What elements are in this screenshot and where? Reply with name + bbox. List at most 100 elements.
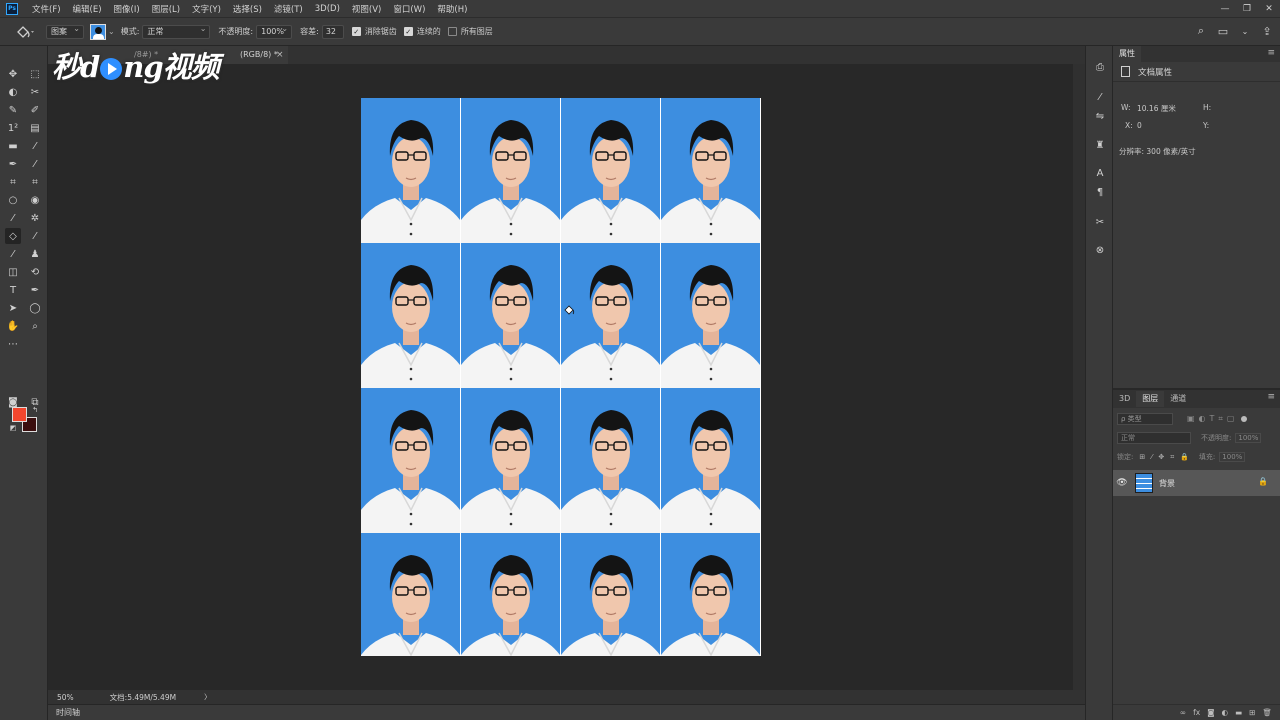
layer-filter-icons[interactable]: ▣◐T⌗▢ [1187, 414, 1239, 424]
tab-3d[interactable]: 3D [1113, 391, 1136, 407]
search-icon[interactable]: ⌕ [1194, 24, 1208, 38]
zoom-tool-icon[interactable]: ⌕ [27, 318, 43, 334]
contiguous-checkbox[interactable]: ✓ [403, 27, 413, 36]
character-panel-icon[interactable]: A [1093, 166, 1107, 180]
layer-row-background[interactable]: 👁 背景 🔒 [1113, 470, 1280, 496]
brush-panel-icon[interactable]: ⁄ [1093, 90, 1107, 104]
visibility-eye-icon[interactable]: 👁 [1113, 478, 1131, 488]
more-tools-icon[interactable]: ⋯ [5, 336, 21, 352]
brush-icon[interactable]: ⁄ [5, 246, 21, 262]
lock-icons[interactable]: ⊞⁄✥⌗🔒 [1139, 453, 1195, 462]
x-value[interactable]: 0 [1137, 121, 1142, 130]
fill-source-select[interactable]: 图案 [46, 24, 84, 39]
blend-mode-select[interactable]: 正常 [1117, 432, 1191, 444]
menu-layer[interactable]: 图层(L) [146, 3, 186, 15]
history-brush-icon[interactable]: ⟲ [27, 264, 43, 280]
ruler-tool-icon[interactable]: ✐ [27, 102, 43, 118]
close-tab-icon[interactable]: × [276, 46, 284, 64]
menu-help[interactable]: 帮助(H) [431, 3, 473, 15]
layer-style-icon[interactable]: fx [1193, 708, 1200, 717]
paragraph-panel-icon[interactable]: ¶ [1093, 185, 1107, 199]
width-value[interactable]: 10.16 厘米 [1137, 103, 1176, 114]
sphere-tool-icon[interactable]: ◉ [27, 192, 43, 208]
tolerance-input[interactable]: 32 [321, 24, 344, 39]
paint-bucket-tool-icon[interactable]: ◇ [5, 228, 21, 244]
brush-tool-icon[interactable]: ⁄ [27, 156, 43, 172]
restore-button[interactable]: ❐ [1236, 0, 1258, 17]
lasso-tool-icon[interactable]: ◐ [5, 84, 21, 100]
crop-tool-icon[interactable]: ⌗ [5, 174, 21, 190]
add-mask-icon[interactable]: ◙ [1207, 708, 1214, 717]
menu-select[interactable]: 选择(S) [227, 3, 268, 15]
count-tool-icon[interactable]: 1² [5, 120, 21, 136]
minimize-button[interactable]: — [1214, 0, 1236, 17]
zoom-level[interactable]: 50% [57, 693, 74, 702]
layer-kind-select[interactable]: ρ 类型 [1117, 413, 1173, 425]
magic-wand-tool-icon[interactable]: ✂ [27, 84, 43, 100]
properties-tab[interactable]: 属性 [1113, 46, 1141, 62]
menu-window[interactable]: 窗口(W) [387, 3, 431, 15]
mode-select[interactable]: 正常 [142, 24, 211, 39]
foreground-color-swatch[interactable] [12, 407, 27, 422]
filter-toggle-icon[interactable] [1240, 416, 1247, 422]
pen-tool-icon[interactable]: ✒ [5, 156, 21, 172]
quick-selection-icon[interactable]: ⁄ [5, 210, 21, 226]
stamp-tool-icon[interactable]: ♟ [27, 246, 43, 262]
share-icon[interactable]: ⇪ [1260, 24, 1274, 38]
new-layer-icon[interactable]: ⊞ [1249, 708, 1255, 717]
adjustments-panel-icon[interactable]: ⇋ [1093, 109, 1107, 123]
menu-type[interactable]: 文字(Y) [186, 3, 227, 15]
eraser-tool-icon[interactable]: ◫ [5, 264, 21, 280]
magic-wand-icon[interactable]: ✲ [27, 210, 43, 226]
panel-menu-icon[interactable]: ≡ [1267, 48, 1275, 58]
pattern-picker[interactable] [90, 23, 106, 40]
history-panel-icon[interactable]: ⎙ [1093, 60, 1107, 74]
document-canvas[interactable] [361, 98, 761, 656]
timeline-panel-tab[interactable]: 时间轴 [48, 704, 1085, 720]
pattern-dropdown-icon[interactable]: ⌄ [108, 27, 115, 36]
tab-layers[interactable]: 图层 [1136, 391, 1165, 407]
opacity-input[interactable]: 100% [256, 24, 293, 39]
menu-view[interactable]: 视图(V) [346, 3, 387, 15]
default-colors-icon[interactable]: ◩ [8, 423, 18, 433]
layer-lock-icon[interactable]: 🔒 [1258, 477, 1268, 486]
path-selection-icon[interactable]: ➤ [5, 300, 21, 316]
layer-opacity-value[interactable]: 100% [1235, 433, 1262, 443]
layer-name[interactable]: 背景 [1159, 478, 1175, 489]
hand-tool-icon[interactable]: ✋ [5, 318, 21, 334]
paint-bucket-tool-preset-icon[interactable] [10, 21, 40, 43]
pen-icon[interactable]: ✒ [27, 282, 43, 298]
eyedropper-tool-icon[interactable]: ✎ [5, 102, 21, 118]
polygon-lasso-icon[interactable]: ○ [5, 192, 21, 208]
ellipse-tool-icon[interactable]: ◯ [27, 300, 43, 316]
tab-channels[interactable]: 通道 [1164, 391, 1192, 407]
ruler-icon[interactable]: ▬ [5, 138, 21, 154]
adjustment-layer-icon[interactable]: ◐ [1222, 708, 1229, 717]
antialias-checkbox[interactable]: ✓ [351, 27, 361, 36]
note-tool-icon[interactable]: ▤ [27, 120, 43, 136]
marquee-tool-icon[interactable]: ⬚ [27, 66, 43, 82]
fill-value[interactable]: 100% [1219, 452, 1246, 462]
all-layers-checkbox[interactable] [447, 27, 457, 36]
menu-file[interactable]: 文件(F) [26, 3, 67, 15]
move-tool-icon[interactable]: ✥ [5, 66, 21, 82]
tools-preset-icon[interactable]: ✂ [1093, 215, 1107, 229]
vertical-scrollbar[interactable] [1073, 64, 1085, 690]
type-tool-icon[interactable]: T [5, 282, 21, 298]
menu-3d[interactable]: 3D(D) [309, 4, 346, 14]
delete-layer-icon[interactable]: 🗑 [1262, 708, 1272, 717]
libraries-panel-icon[interactable]: ⊗ [1093, 243, 1107, 257]
spot-heal-icon[interactable]: ⁄ [27, 228, 43, 244]
clone-source-icon[interactable]: ♜ [1093, 138, 1107, 152]
menu-edit[interactable]: 编辑(E) [67, 3, 108, 15]
layers-menu-icon[interactable]: ≡ [1267, 392, 1275, 402]
slice-tool-icon[interactable]: ⌗ [27, 174, 43, 190]
close-button[interactable]: ✕ [1258, 0, 1280, 17]
menu-filter[interactable]: 滤镜(T) [268, 3, 309, 15]
link-layers-icon[interactable]: ∞ [1180, 708, 1186, 717]
screen-mode-icon[interactable]: ⧉ [27, 394, 43, 410]
menu-image[interactable]: 图像(I) [108, 3, 146, 15]
new-group-icon[interactable]: ▬ [1235, 708, 1242, 717]
color-sampler-icon[interactable]: ⁄ [27, 138, 43, 154]
status-arrow-icon[interactable]: 〉 [204, 692, 211, 702]
